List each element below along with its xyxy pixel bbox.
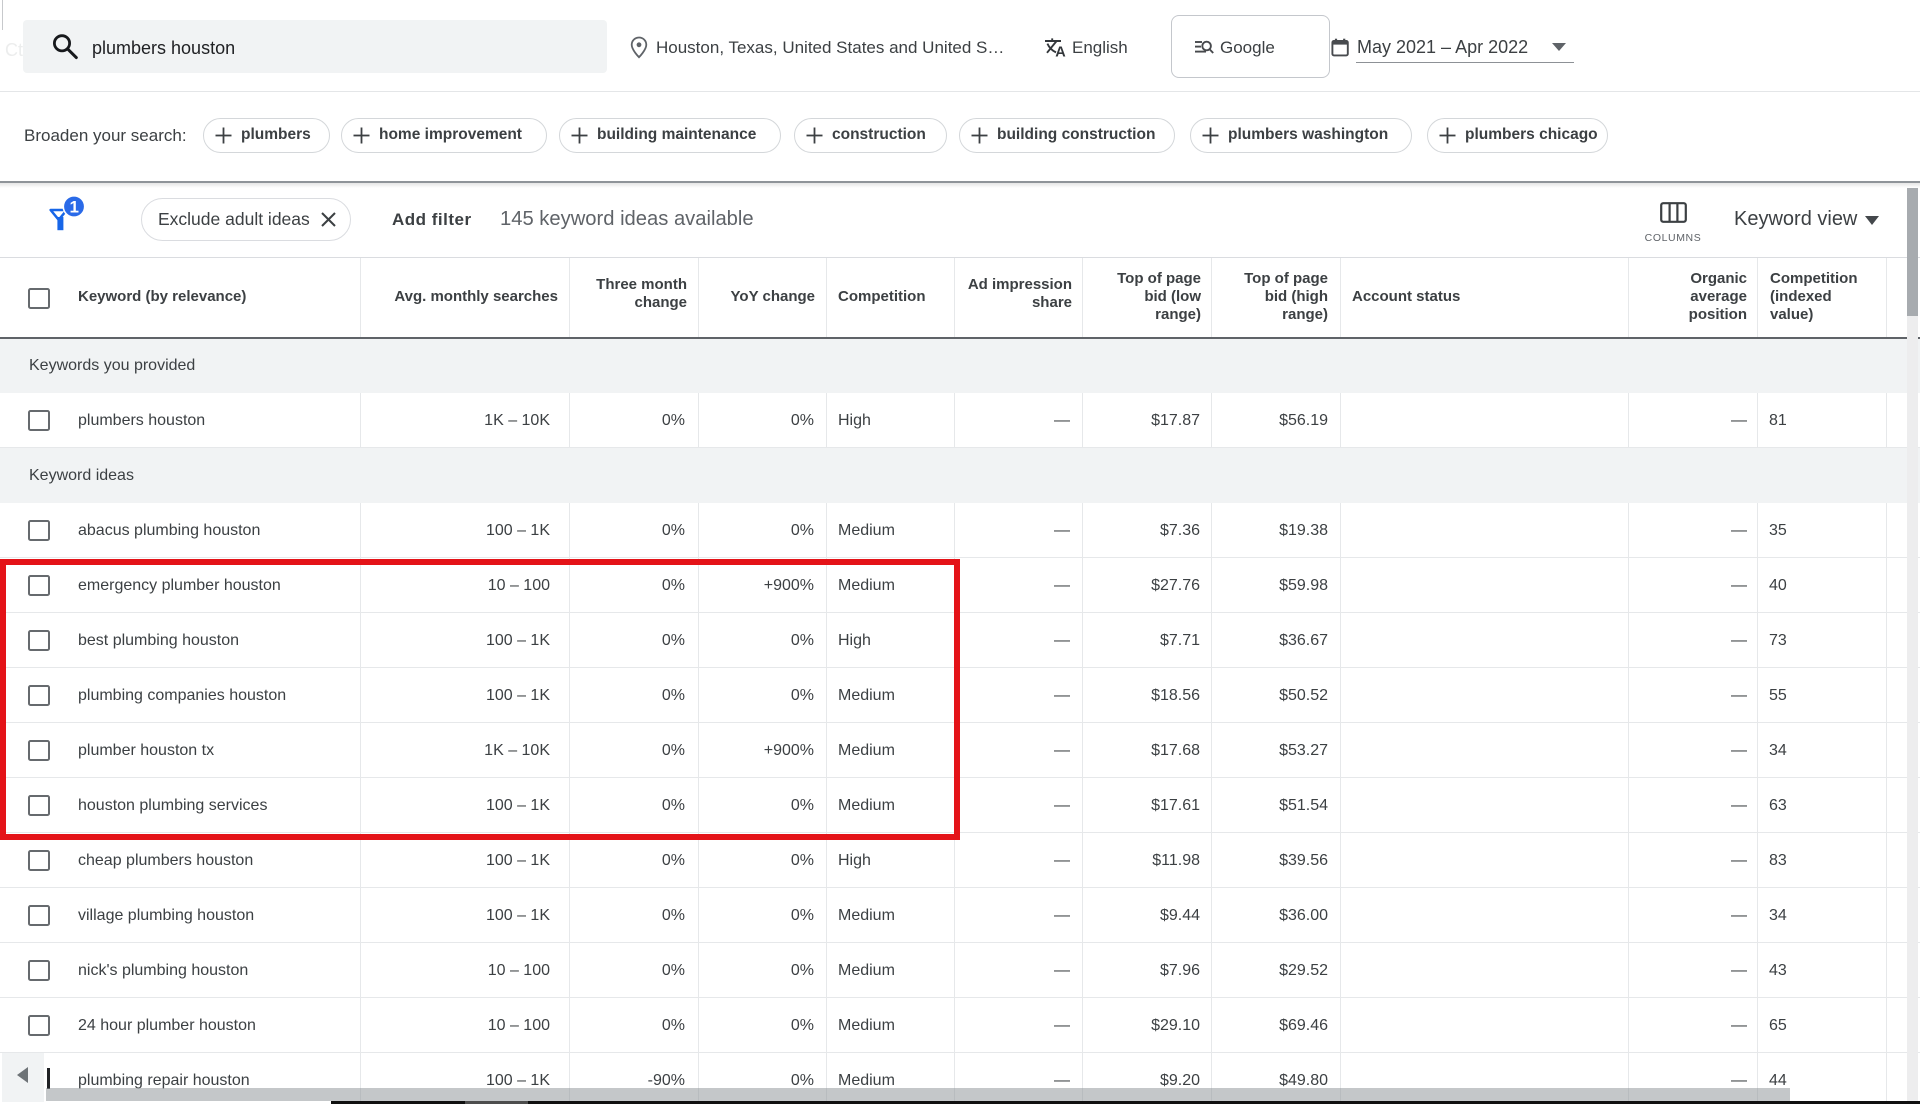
svg-text:1: 1 (69, 198, 78, 217)
svg-text:A: A (1055, 44, 1066, 58)
